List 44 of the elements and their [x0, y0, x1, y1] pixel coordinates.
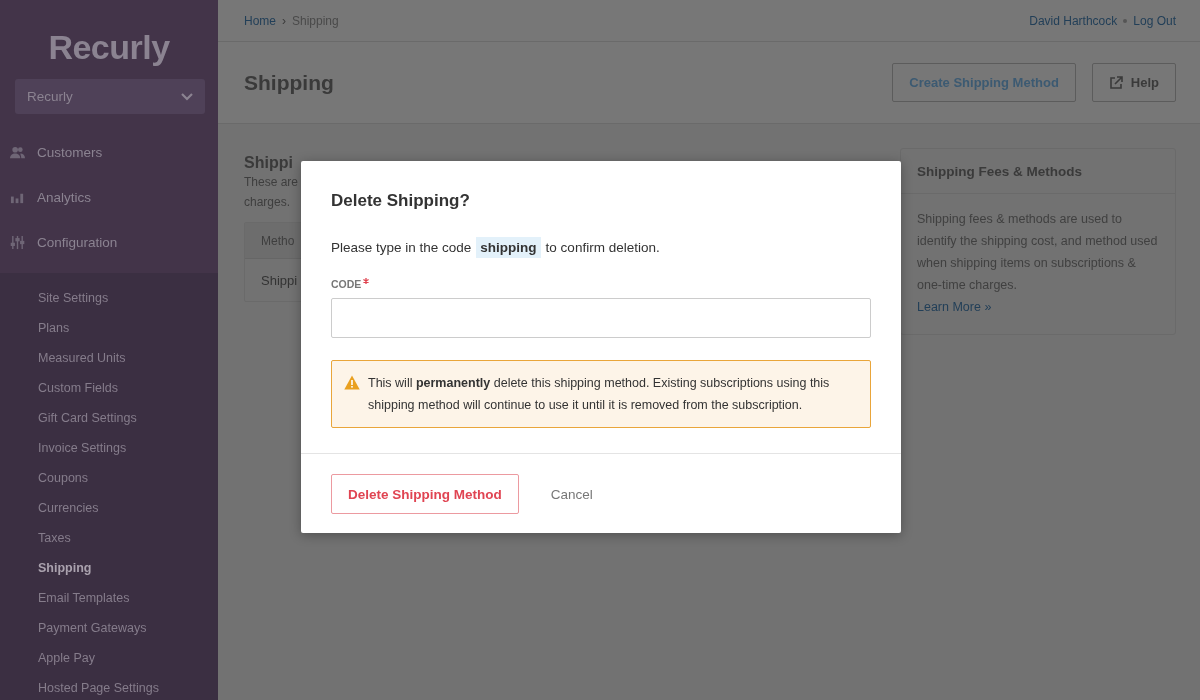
create-button[interactable]: Create Shipping Method — [892, 63, 1076, 102]
sub-nav-item[interactable]: Currencies — [0, 493, 218, 523]
external-link-icon — [1108, 75, 1123, 90]
sub-nav-item[interactable]: Measured Units — [0, 343, 218, 373]
panel-title: Shipping Fees & Methods — [901, 149, 1175, 194]
sub-nav-item[interactable]: Plans — [0, 313, 218, 343]
sub-nav-item[interactable]: Shipping — [0, 553, 218, 583]
dialog-title: Delete Shipping? — [331, 191, 471, 211]
dot-separator-icon — [1123, 18, 1128, 23]
section-title: Shippi — [244, 154, 293, 172]
breadcrumb-link[interactable]: Home — [244, 13, 276, 28]
sub-nav-item[interactable]: Payment Gateways — [0, 613, 218, 643]
sub-nav-item[interactable]: Gift Card Settings — [0, 403, 218, 433]
logout-link[interactable]: Log Out — [1133, 13, 1176, 28]
instruction-text: to confirm deletion. — [545, 240, 660, 255]
users-icon — [10, 145, 25, 160]
warning-text: This will permanently delete this shipping method. Existing subscriptions using this shipping method will continue to use it until it is removed from the subscription. — [368, 375, 831, 414]
breadcrumb-separator: › — [282, 13, 286, 28]
sub-nav-item[interactable]: Taxes — [0, 523, 218, 553]
nav-item[interactable]: Customers — [0, 130, 218, 175]
sliders-icon — [10, 235, 25, 250]
help-button[interactable]: Help — [1091, 63, 1176, 102]
learn-more-link[interactable]: Learn More » — [917, 296, 992, 318]
sub-nav-item[interactable]: Coupons — [0, 463, 218, 493]
code-chip: shipping — [476, 237, 541, 258]
page-title: Shipping — [244, 70, 334, 95]
chevron-down-icon — [181, 92, 193, 101]
instruction-text: Please type in the code — [331, 240, 472, 255]
code-input[interactable] — [331, 298, 871, 338]
logo: Recurly — [47, 27, 171, 68]
field-label: CODE — [331, 278, 362, 290]
site-selector[interactable]: Recurly — [15, 79, 205, 114]
sub-nav-item[interactable]: Hosted Page Settings — [0, 673, 218, 700]
table-cell: Shippi — [261, 272, 298, 288]
sub-nav-item[interactable]: Apple Pay — [0, 643, 218, 673]
warning-icon — [344, 375, 360, 390]
sub-nav-item[interactable]: Invoice Settings — [0, 433, 218, 463]
sub-nav-item[interactable]: Custom Fields — [0, 373, 218, 403]
nav-item[interactable]: Analytics — [0, 175, 218, 220]
sub-nav-item[interactable]: Site Settings — [0, 283, 218, 313]
user-link[interactable]: David Harthcock — [1029, 13, 1118, 28]
delete-button[interactable]: Delete Shipping Method — [331, 474, 519, 514]
nav-item[interactable]: Configuration — [0, 220, 218, 265]
sub-nav-item[interactable]: Email Templates — [0, 583, 218, 613]
